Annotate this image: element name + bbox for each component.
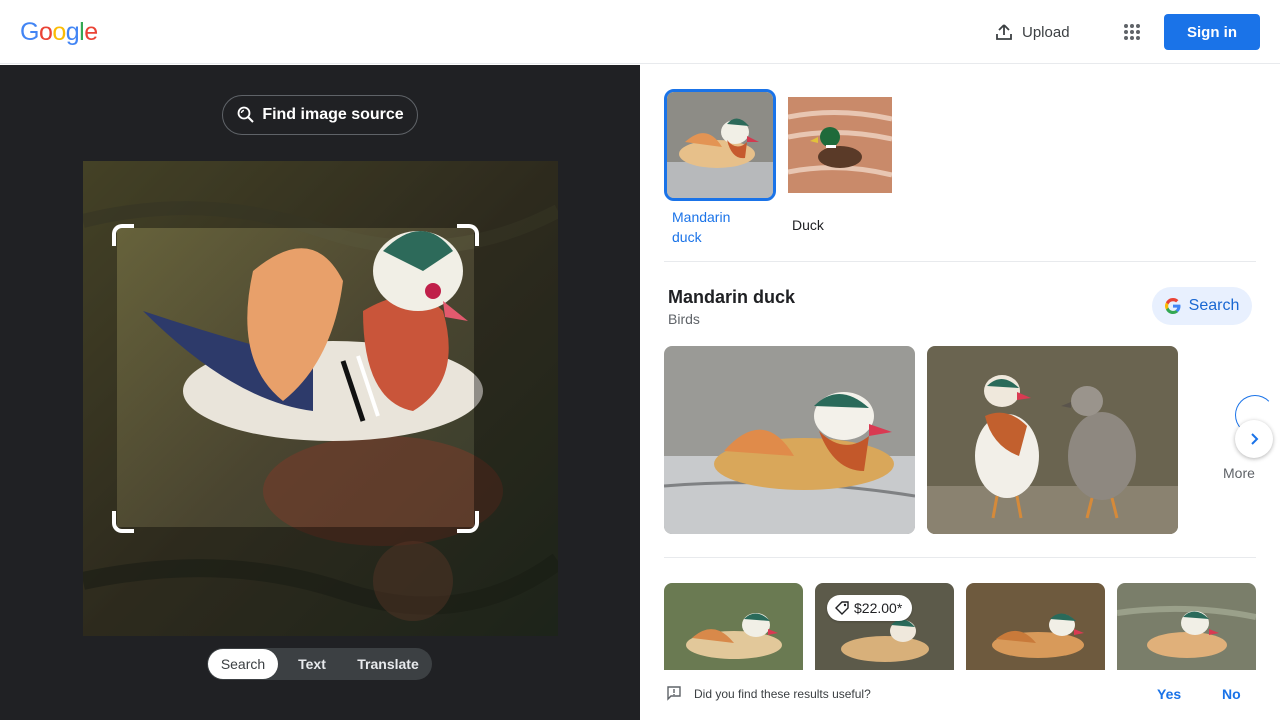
entity-chip-image — [788, 97, 892, 201]
visual-match-image[interactable] — [1117, 583, 1256, 673]
visual-match-image[interactable]: $22.00* — [815, 583, 954, 673]
feedback-question: Did you find these results useful? — [694, 687, 871, 701]
results-pane: Mandarin duck Duck Mandarin duck Birds S… — [640, 65, 1280, 720]
mode-translate-tab[interactable]: Translate — [346, 649, 430, 679]
divider — [664, 261, 1256, 262]
find-image-source-label: Find image source — [262, 106, 404, 123]
tag-icon — [835, 601, 849, 615]
image-viewer-pane: Find image source Search Text Translate — [0, 65, 640, 720]
find-image-source-button[interactable]: Find image source — [222, 95, 418, 135]
visual-match-image[interactable] — [664, 583, 803, 673]
logo-letter: e — [84, 18, 98, 46]
upload-button[interactable]: Upload — [984, 16, 1080, 48]
header: Google Upload Sign in — [0, 0, 1280, 64]
apps-button[interactable] — [1116, 16, 1148, 48]
result-image[interactable] — [927, 346, 1178, 534]
mode-text-tab[interactable]: Text — [278, 649, 346, 679]
feedback-bar: Did you find these results useful? Yes N… — [640, 670, 1280, 720]
feedback-icon — [666, 685, 682, 701]
more-results[interactable]: More — [1220, 395, 1280, 485]
more-button[interactable] — [1235, 420, 1273, 458]
entity-subtitle: Birds — [668, 311, 700, 327]
entity-search-label: Search — [1188, 297, 1240, 314]
price-badge: $22.00* — [827, 595, 913, 621]
divider — [664, 557, 1256, 558]
sign-in-button[interactable]: Sign in — [1164, 14, 1260, 50]
google-logo[interactable]: Google — [20, 18, 98, 47]
chevron-right-icon — [1247, 432, 1261, 446]
upload-icon — [994, 22, 1014, 42]
lens-search-icon — [236, 105, 256, 125]
entity-chip-image — [664, 89, 776, 201]
crop-handle-top-left[interactable] — [112, 224, 134, 246]
logo-letter: o — [38, 18, 53, 46]
crop-handle-bottom-right[interactable] — [457, 511, 479, 533]
visual-match-image[interactable] — [966, 583, 1105, 673]
entity-search-button[interactable]: Search — [1152, 287, 1252, 325]
entity-chip-label: Duck — [792, 217, 824, 233]
logo-letter: o — [52, 18, 66, 46]
upload-label: Upload — [1022, 23, 1070, 41]
google-g-icon — [1164, 298, 1181, 314]
feedback-yes-button[interactable]: Yes — [1157, 686, 1181, 702]
price-label: $22.00* — [854, 600, 903, 616]
entity-chip-duck[interactable]: Duck — [788, 97, 900, 235]
feedback-no-button[interactable]: No — [1222, 686, 1241, 702]
mode-search-tab[interactable]: Search — [208, 649, 278, 679]
lens-mode-switcher: Search Text Translate — [207, 648, 432, 680]
more-label: More — [1223, 465, 1255, 481]
logo-letter: g — [65, 18, 80, 46]
result-image[interactable] — [664, 346, 915, 534]
crop-selection-box[interactable] — [112, 224, 479, 533]
apps-grid-icon — [1123, 23, 1141, 41]
entity-chip-mandarin-duck[interactable]: Mandarin duck — [664, 89, 776, 247]
crop-handle-bottom-left[interactable] — [112, 511, 134, 533]
entity-chip-label: Mandarin duck — [672, 209, 731, 245]
crop-handle-top-right[interactable] — [457, 224, 479, 246]
entity-title: Mandarin duck — [668, 287, 796, 307]
logo-letter: G — [20, 18, 39, 46]
